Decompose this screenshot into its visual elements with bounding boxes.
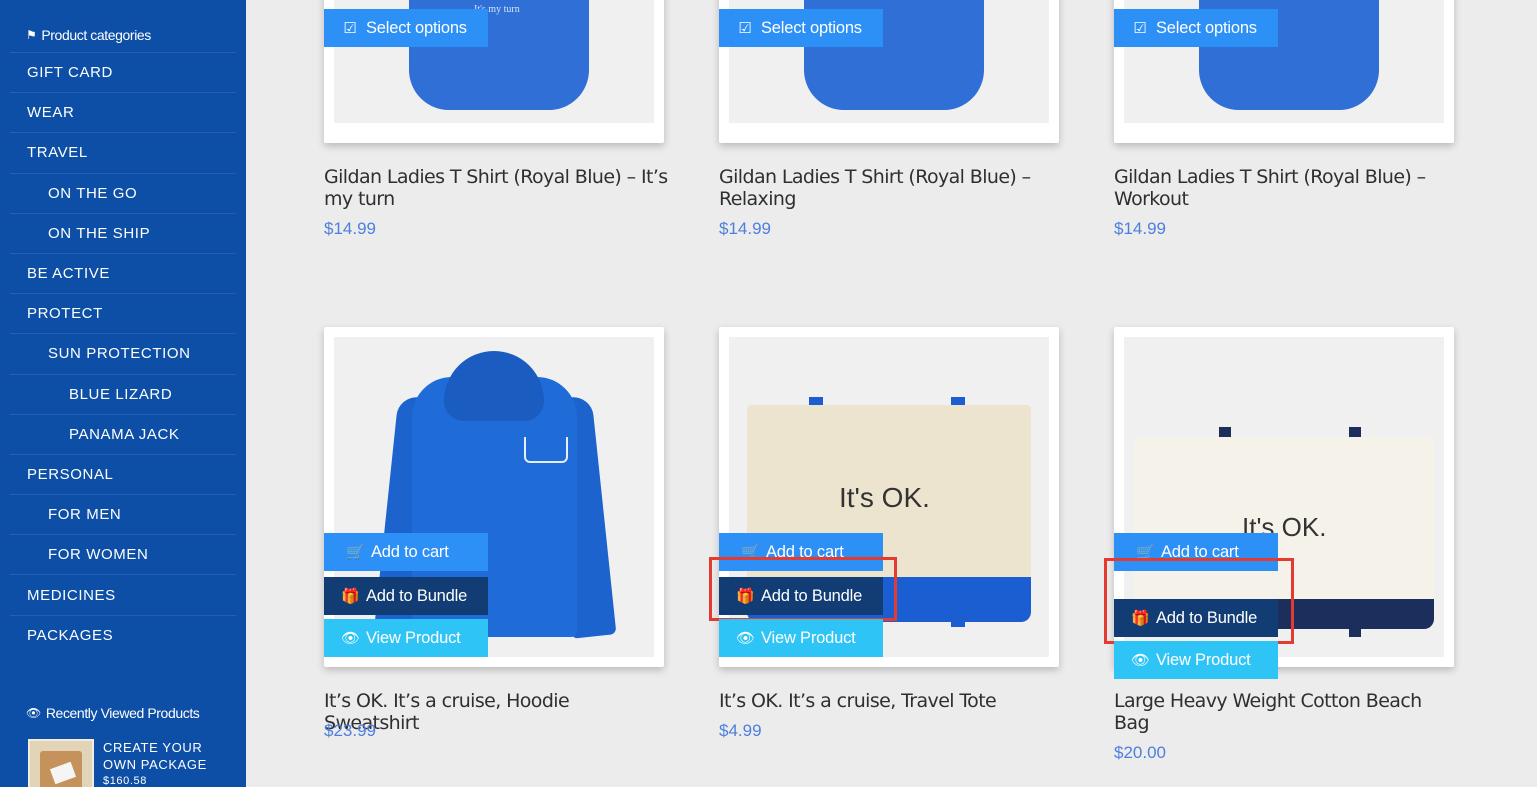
select-options-label: Select options <box>366 18 467 37</box>
recent-item-thumbnail[interactable] <box>28 739 94 787</box>
gift-icon: 🎁 <box>341 588 360 605</box>
add-to-cart-button[interactable]: 🛒 Add to cart <box>719 533 883 571</box>
sidebar-category-item[interactable]: PROTECT <box>10 293 236 333</box>
sidebar-category-item[interactable]: FOR MEN <box>10 494 236 534</box>
recent-heading-label: Recently Viewed Products <box>45 705 200 721</box>
recent-item[interactable]: CREATE YOUR OWN PACKAGE $160.58 <box>28 739 207 787</box>
view-product-button[interactable]: 👁 View Product <box>719 619 883 657</box>
checkbox-icon: ☑ <box>1133 20 1147 37</box>
eye-icon: 👁 <box>26 706 41 720</box>
checkbox-icon: ☑ <box>738 20 752 37</box>
add-to-bundle-button[interactable]: 🎁 Add to Bundle <box>324 577 488 615</box>
gift-icon: 🎁 <box>1131 610 1150 627</box>
sidebar-category-item[interactable]: BLUE LIZARD <box>10 373 236 414</box>
sidebar-category-item[interactable]: FOR WOMEN <box>10 534 236 574</box>
select-options-label: Select options <box>761 18 862 37</box>
checkbox-icon: ☑ <box>343 20 357 37</box>
add-to-bundle-label: Add to Bundle <box>761 586 863 605</box>
select-options-button[interactable]: ☑ Select options <box>719 9 883 47</box>
product-price: $23.99 <box>324 721 376 740</box>
categories-heading: ⚑ Product categories <box>26 27 151 43</box>
sidebar-category-item[interactable]: BE ACTIVE <box>10 252 236 293</box>
eye-icon: 👁 <box>341 630 360 647</box>
sidebar-category-item[interactable]: PANAMA JACK <box>10 413 236 454</box>
add-to-bundle-label: Add to Bundle <box>366 586 468 605</box>
add-to-bundle-label: Add to Bundle <box>1156 608 1258 627</box>
sidebar-category-item[interactable]: GIFT CARD <box>10 52 236 92</box>
eye-icon: 👁 <box>736 630 755 647</box>
product-name[interactable]: It’s OK. It’s a cruise, Travel Tote <box>719 690 1064 712</box>
cart-icon: 🛒 <box>346 544 365 561</box>
recent-item-info: CREATE YOUR OWN PACKAGE $160.58 <box>103 739 207 787</box>
product-name[interactable]: Gildan Ladies T Shirt (Royal Blue) – Wor… <box>1114 166 1459 210</box>
category-list: GIFT CARD WEAR TRAVEL ON THE GO ON THE SHIP B… <box>10 52 236 655</box>
sidebar-category-item[interactable]: SUN PROTECTION <box>10 333 236 373</box>
cart-icon: 🛒 <box>741 544 760 561</box>
gift-icon: 🎁 <box>736 588 755 605</box>
view-product-label: View Product <box>366 628 461 647</box>
sidebar-category-item[interactable]: ON THE SHIP <box>10 212 236 253</box>
product-card: It's OK. <box>719 327 1059 667</box>
add-to-cart-label: Add to cart <box>766 542 844 561</box>
select-options-button[interactable]: ☑ Select options <box>1114 9 1278 47</box>
recent-item-price: $160.58 <box>103 775 147 787</box>
sidebar-category-item[interactable]: MEDICINES <box>10 574 236 614</box>
recent-item-name-line1[interactable]: CREATE YOUR <box>103 739 207 756</box>
add-to-bundle-button[interactable]: 🎁 Add to Bundle <box>719 577 883 615</box>
product-card <box>324 327 664 667</box>
add-to-cart-label: Add to cart <box>1161 542 1239 561</box>
select-options-button[interactable]: ☑ Select options <box>324 9 488 47</box>
product-price: $14.99 <box>719 219 771 238</box>
sidebar-category-item[interactable]: PACKAGES <box>10 614 236 655</box>
eye-icon: 👁 <box>1131 652 1150 669</box>
sidebar-category-item[interactable]: TRAVEL <box>10 132 236 172</box>
sidebar: ⚑ Product categories GIFT CARD WEAR TRAVEL… <box>0 0 246 787</box>
recent-item-name-line2[interactable]: OWN PACKAGE <box>103 756 207 773</box>
view-product-button[interactable]: 👁 View Product <box>324 619 488 657</box>
product-price: $4.99 <box>719 721 762 740</box>
sidebar-category-item[interactable]: PERSONAL <box>10 453 236 494</box>
bookmark-icon: ⚑ <box>26 28 37 42</box>
product-price: $14.99 <box>324 219 376 238</box>
recent-heading: 👁 Recently Viewed Products <box>26 705 200 721</box>
sidebar-category-item[interactable]: ON THE GO <box>10 172 236 213</box>
product-name[interactable]: Gildan Ladies T Shirt (Royal Blue) – It’… <box>324 166 669 210</box>
cart-icon: 🛒 <box>1136 544 1155 561</box>
add-to-cart-label: Add to cart <box>371 542 449 561</box>
add-to-bundle-button[interactable]: 🎁 Add to Bundle <box>1114 599 1278 637</box>
view-product-button[interactable]: 👁 View Product <box>1114 641 1278 679</box>
view-product-label: View Product <box>1156 650 1251 669</box>
product-price: $20.00 <box>1114 743 1166 762</box>
product-name[interactable]: Large Heavy Weight Cotton Beach Bag <box>1114 690 1459 734</box>
view-product-label: View Product <box>761 628 856 647</box>
product-name[interactable]: Gildan Ladies T Shirt (Royal Blue) – Rel… <box>719 166 1064 210</box>
sidebar-category-item[interactable]: WEAR <box>10 92 236 132</box>
add-to-cart-button[interactable]: 🛒 Add to cart <box>1114 533 1278 571</box>
product-image-text: It's OK. <box>839 482 930 513</box>
select-options-label: Select options <box>1156 18 1257 37</box>
categories-heading-label: Product categories <box>41 27 151 43</box>
product-price: $14.99 <box>1114 219 1166 238</box>
add-to-cart-button[interactable]: 🛒 Add to cart <box>324 533 488 571</box>
